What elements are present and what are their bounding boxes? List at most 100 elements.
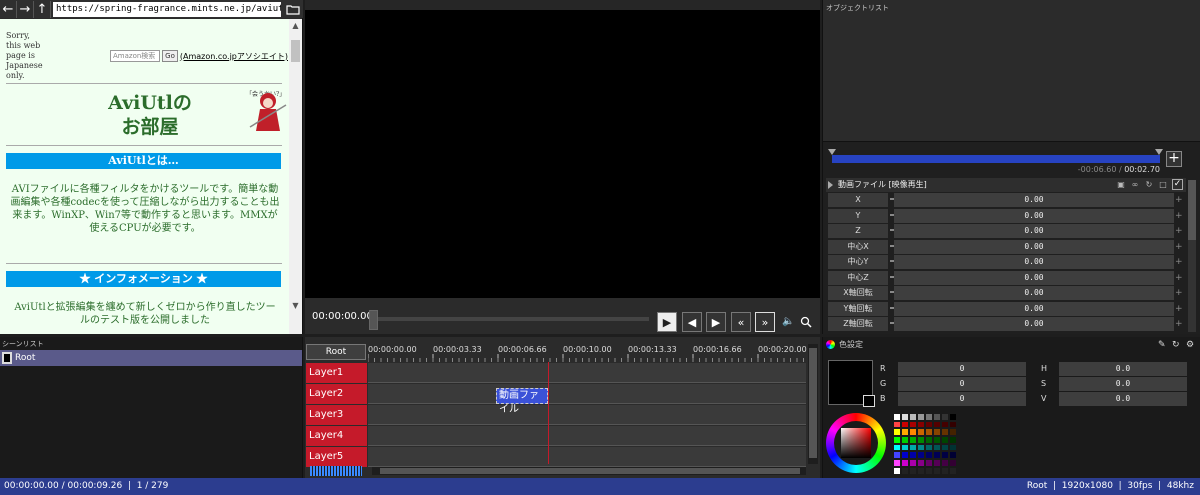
palette-swatch[interactable] [933,459,941,467]
amazon-go-button[interactable]: Go [162,50,178,62]
palette-swatch[interactable] [901,443,909,452]
layer-label[interactable]: Layer1 [306,363,367,383]
palette-swatch[interactable] [941,459,949,467]
layer-label[interactable]: Layer3 [306,405,367,425]
refresh-icon[interactable]: ↻ [1144,180,1154,190]
layer-track[interactable] [368,426,806,446]
scene-root-item[interactable]: Root [0,350,302,366]
palette-swatch[interactable] [917,451,925,460]
forward-arrow-icon[interactable]: → [17,0,34,18]
palette-swatch[interactable] [933,443,941,452]
palette-swatch[interactable] [933,466,941,475]
palette-swatch[interactable] [909,443,917,452]
palette-swatch[interactable] [941,413,949,421]
palette-swatch[interactable] [901,420,909,429]
v-value[interactable]: 0.0 [1059,392,1187,406]
palette-swatch[interactable] [917,436,925,444]
volume-icon[interactable]: 🔈 [782,316,794,327]
palette-swatch[interactable] [909,466,917,475]
layer-label[interactable]: Layer4 [306,426,367,446]
palette-swatch[interactable] [941,466,949,475]
seek-bar[interactable] [369,317,649,321]
palette-swatch[interactable] [949,443,957,452]
palette-swatch[interactable] [901,466,909,475]
seek-thumb[interactable] [369,310,378,330]
layer-track[interactable] [368,405,806,425]
fast-forward-icon[interactable]: » [755,312,775,332]
palette-swatch[interactable] [925,420,933,429]
enable-checkbox[interactable]: ✓ [1172,179,1183,190]
palette-swatch[interactable] [925,466,933,475]
property-value[interactable]: 0.00 [894,208,1174,223]
palette-swatch[interactable] [917,459,925,467]
layer-track[interactable] [368,363,806,383]
plus-icon[interactable]: + [1175,227,1183,236]
palette-swatch[interactable] [941,420,949,429]
property-label[interactable]: Y [828,208,888,223]
palette-swatch[interactable] [941,451,949,460]
amazon-search-input[interactable]: Amazon検索 [110,50,161,62]
property-label[interactable]: 中心X [828,239,888,254]
palette-swatch[interactable] [925,443,933,452]
palette-swatch[interactable] [941,428,949,437]
palette-swatch[interactable] [893,436,901,444]
palette-swatch[interactable] [917,443,925,452]
layer-label[interactable]: Layer5 [306,447,367,467]
palette-swatch[interactable] [917,413,925,421]
expand-triangle-icon[interactable] [828,181,833,189]
next-frame-icon[interactable]: ▶ [706,312,726,332]
playhead-cursor[interactable] [548,362,549,464]
palette-swatch[interactable] [893,428,901,437]
rewind-icon[interactable]: « [731,312,751,332]
palette-swatch[interactable] [925,413,933,421]
property-label[interactable]: Z [828,224,888,238]
eyedropper-icon[interactable]: ✎ [1158,340,1166,350]
settings-icon[interactable]: ⚙ [1186,340,1194,350]
h-value[interactable]: 0.0 [1059,362,1187,376]
b-value[interactable]: 0 [898,392,1026,406]
plus-icon[interactable]: + [1175,273,1183,282]
link-icon[interactable]: ∞ [1130,180,1140,190]
palette-swatch[interactable] [925,459,933,467]
plus-icon[interactable]: + [1175,258,1183,267]
plus-icon[interactable]: + [1175,196,1183,205]
palette-swatch[interactable] [933,413,941,421]
palette-swatch[interactable] [917,428,925,437]
duration-bar[interactable] [832,155,1160,163]
up-arrow-icon[interactable]: ↑ [34,0,51,18]
plus-icon[interactable]: + [1175,242,1183,251]
palette-swatch[interactable] [909,436,917,444]
layer-track[interactable] [368,384,806,404]
palette-swatch[interactable] [909,420,917,429]
palette-swatch[interactable] [893,443,901,452]
camera-icon[interactable]: ▣ [1116,180,1126,190]
prev-frame-icon[interactable]: ◀ [682,312,702,332]
property-value[interactable]: 0.00 [894,286,1174,300]
timeline-zoom-indicator[interactable] [310,466,362,476]
saturation-value-square[interactable] [841,428,871,458]
palette-swatch[interactable] [909,459,917,467]
timeline-hscroll-thumb[interactable] [380,468,800,474]
palette-swatch[interactable] [893,451,901,460]
layer-track[interactable] [368,447,806,467]
palette-swatch[interactable] [949,436,957,444]
reset-icon[interactable]: ↻ [1172,340,1180,350]
property-label[interactable]: Z軸回転 [828,317,888,331]
property-value[interactable]: 0.00 [894,239,1174,254]
web-scroll-thumb[interactable] [291,40,300,62]
property-value[interactable]: 0.00 [894,193,1174,207]
property-label[interactable]: 中心Y [828,255,888,269]
timeline-vscroll-thumb[interactable] [809,348,817,458]
palette-swatch[interactable] [933,451,941,460]
palette-swatch[interactable] [949,459,957,467]
g-value[interactable]: 0 [898,377,1026,391]
zoom-icon[interactable] [800,316,812,331]
palette-swatch[interactable] [893,459,901,467]
web-scrollbar[interactable] [289,19,302,334]
palette-swatch[interactable] [901,413,909,421]
palette-swatch[interactable] [941,443,949,452]
palette-swatch[interactable] [949,428,957,437]
layer-label[interactable]: Layer2 [306,384,367,404]
property-label[interactable]: X [828,193,888,207]
palette-swatch[interactable] [949,451,957,460]
